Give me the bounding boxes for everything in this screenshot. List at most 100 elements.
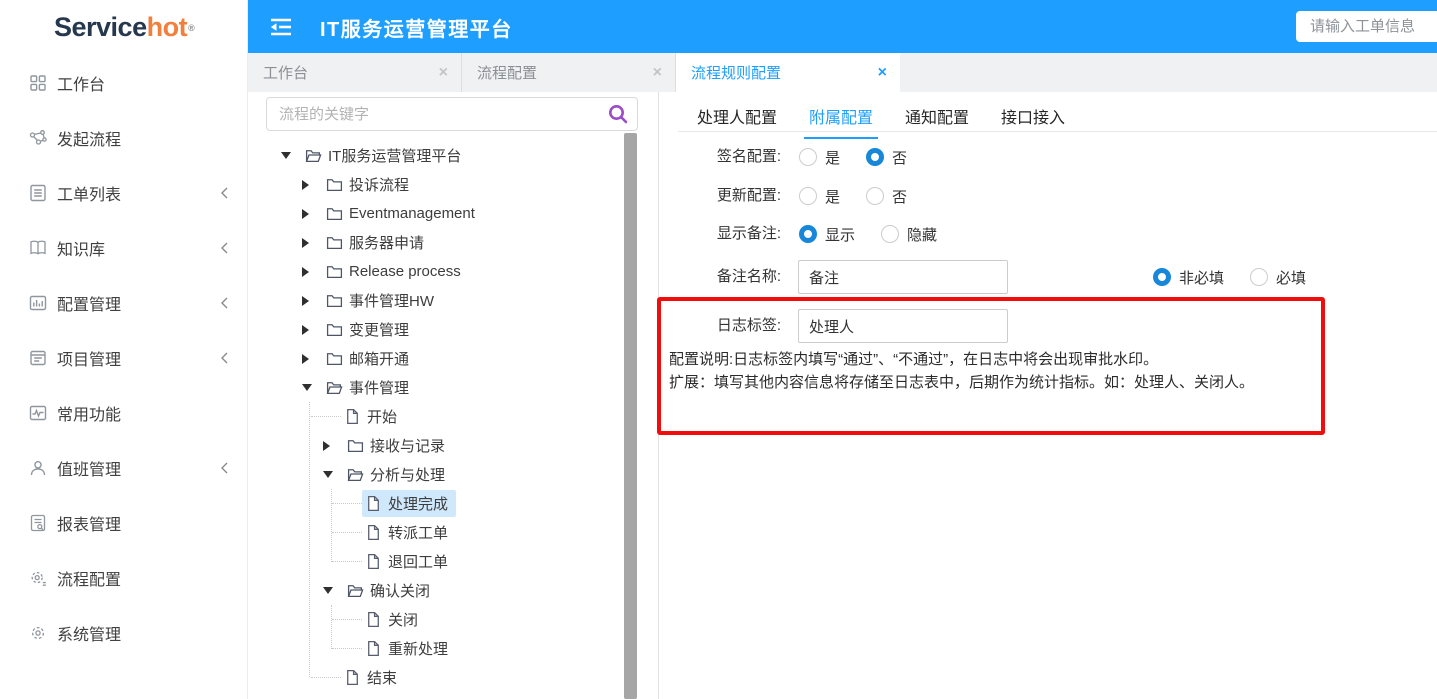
sidebar-item-知识库[interactable]: 知识库 xyxy=(0,220,247,275)
config-tab-通知配置[interactable]: 通知配置 xyxy=(900,104,974,139)
tree-node-content[interactable]: 邮箱开通 xyxy=(323,345,417,372)
tree-node-content[interactable]: 转派工单 xyxy=(362,519,456,546)
radio-否[interactable] xyxy=(866,148,884,166)
folder-closed-icon xyxy=(326,176,343,193)
radio-是[interactable] xyxy=(799,187,817,205)
collapse-arrow-icon[interactable] xyxy=(323,441,344,451)
tree-node-分析与处理[interactable]: 分析与处理 xyxy=(248,460,626,489)
expand-arrow-icon[interactable] xyxy=(323,587,344,594)
sidebar-item-配置管理[interactable]: 配置管理 xyxy=(0,275,247,330)
tree-node-content[interactable]: 接收与记录 xyxy=(344,432,453,459)
form-row-签名配置: 签名配置:是否 xyxy=(659,147,1437,167)
tree-node-content[interactable]: 重新处理 xyxy=(362,635,456,662)
tree-node-content[interactable]: 事件管理HW xyxy=(323,287,442,314)
workspace-tab-工作台[interactable]: 工作台× xyxy=(248,53,462,92)
tree-node-邮箱开通[interactable]: 邮箱开通 xyxy=(248,344,626,373)
collapse-arrow-icon[interactable] xyxy=(302,180,323,190)
config-tab-接口接入[interactable]: 接口接入 xyxy=(996,104,1070,139)
tree-node-接收与记录[interactable]: 接收与记录 xyxy=(248,431,626,460)
tree-node-content[interactable]: 服务器申请 xyxy=(323,229,432,256)
tree-node-关闭[interactable]: 关闭 xyxy=(248,605,626,634)
tree-node-Release process[interactable]: Release process xyxy=(248,257,626,286)
tree-node-事件管理[interactable]: 事件管理 xyxy=(248,373,626,402)
sidebar-item-label: 知识库 xyxy=(57,236,219,260)
form-row-备注名称: 备注名称:非必填必填 xyxy=(659,260,1437,294)
tree-node-重新处理[interactable]: 重新处理 xyxy=(248,634,626,663)
collapse-arrow-icon[interactable] xyxy=(302,267,323,277)
sidebar-item-常用功能[interactable]: 常用功能 xyxy=(0,385,247,440)
tree-node-处理完成[interactable]: 处理完成 xyxy=(248,489,626,518)
expand-arrow-icon[interactable] xyxy=(302,384,323,391)
collapse-arrow-icon[interactable] xyxy=(302,354,323,364)
tree-node-开始[interactable]: 开始 xyxy=(248,402,626,431)
tree-node-确认关闭[interactable]: 确认关闭 xyxy=(248,576,626,605)
close-icon[interactable]: × xyxy=(439,65,448,81)
workorder-search-input[interactable] xyxy=(1296,11,1437,42)
radio-必填[interactable] xyxy=(1250,268,1268,286)
config-tab-处理人配置[interactable]: 处理人配置 xyxy=(692,104,782,139)
tree-node-content[interactable]: 开始 xyxy=(341,403,405,430)
radio-是[interactable] xyxy=(799,148,817,166)
tree-node-投诉流程[interactable]: 投诉流程 xyxy=(248,170,626,199)
expand-arrow-icon[interactable] xyxy=(323,471,344,478)
tree-node-content[interactable]: 变更管理 xyxy=(323,316,417,343)
tree-node-content[interactable]: IT服务运营管理平台 xyxy=(302,142,469,169)
tree-search-input[interactable] xyxy=(266,97,638,131)
tree-node-content[interactable]: 分析与处理 xyxy=(344,461,453,488)
radio-label: 隐藏 xyxy=(907,224,937,245)
tree-node-content[interactable]: 处理完成 xyxy=(362,490,456,517)
sidebar-item-系统管理[interactable]: 系统管理 xyxy=(0,605,247,660)
tree-node-content[interactable]: Eventmanagement xyxy=(323,202,483,225)
sidebar-item-值班管理[interactable]: 值班管理 xyxy=(0,440,247,495)
rule-config-panel: 处理人配置附属配置通知配置接口接入 签名配置:是否更新配置:是否显示备注:显示隐… xyxy=(659,92,1437,699)
tree-node-结束[interactable]: 结束 xyxy=(248,663,626,692)
collapse-arrow-icon[interactable] xyxy=(302,325,323,335)
field-input-日志标签[interactable] xyxy=(798,309,1008,343)
tree-node-content[interactable]: 确认关闭 xyxy=(344,577,438,604)
tree-node-转派工单[interactable]: 转派工单 xyxy=(248,518,626,547)
tree-node-退回工单[interactable]: 退回工单 xyxy=(248,547,626,576)
form-row-更新配置: 更新配置:是否 xyxy=(659,186,1437,206)
radio-非必填[interactable] xyxy=(1153,268,1171,286)
collapse-arrow-icon[interactable] xyxy=(302,238,323,248)
sidebar-item-报表管理[interactable]: 报表管理 xyxy=(0,495,247,550)
sidebar-item-流程配置[interactable]: 流程配置 xyxy=(0,550,247,605)
tree-node-content[interactable]: 关闭 xyxy=(362,606,426,633)
sidebar-item-工单列表[interactable]: 工单列表 xyxy=(0,165,247,220)
menu-collapse-icon[interactable] xyxy=(268,16,294,38)
radio-显示[interactable] xyxy=(799,225,817,243)
radio-label: 是 xyxy=(825,186,840,207)
tree-node-变更管理[interactable]: 变更管理 xyxy=(248,315,626,344)
tree-node-label: 事件管理HW xyxy=(349,290,434,311)
close-icon[interactable]: × xyxy=(878,65,887,81)
sidebar-item-项目管理[interactable]: 项目管理 xyxy=(0,330,247,385)
tree-scrollbar[interactable] xyxy=(624,133,637,699)
radio-否[interactable] xyxy=(866,187,884,205)
tree-node-content[interactable]: 投诉流程 xyxy=(323,171,417,198)
radio-label: 必填 xyxy=(1276,267,1306,288)
radio-label: 否 xyxy=(892,186,907,207)
folder-closed-icon xyxy=(326,350,343,367)
tree-node-服务器申请[interactable]: 服务器申请 xyxy=(248,228,626,257)
search-icon[interactable] xyxy=(606,102,630,126)
radio-label: 显示 xyxy=(825,224,855,245)
tree-node-content[interactable]: 退回工单 xyxy=(362,548,456,575)
collapse-arrow-icon[interactable] xyxy=(302,296,323,306)
sidebar-item-工作台[interactable]: 工作台 xyxy=(0,55,247,110)
expand-arrow-icon[interactable] xyxy=(281,152,302,159)
sidebar: Servicehot® 工作台发起流程工单列表知识库配置管理项目管理常用功能值班… xyxy=(0,0,248,699)
tree-node-content[interactable]: 结束 xyxy=(341,664,405,691)
tree-node-事件管理HW[interactable]: 事件管理HW xyxy=(248,286,626,315)
radio-隐藏[interactable] xyxy=(881,225,899,243)
close-icon[interactable]: × xyxy=(653,65,662,81)
tree-node-content[interactable]: 事件管理 xyxy=(323,374,417,401)
collapse-arrow-icon[interactable] xyxy=(302,209,323,219)
tree-node-content[interactable]: Release process xyxy=(323,260,469,283)
sidebar-item-发起流程[interactable]: 发起流程 xyxy=(0,110,247,165)
config-tab-附属配置[interactable]: 附属配置 xyxy=(804,104,878,139)
workspace-tab-流程规则配置[interactable]: 流程规则配置× xyxy=(676,53,900,92)
tree-node-Eventmanagement[interactable]: Eventmanagement xyxy=(248,199,626,228)
workspace-tab-流程配置[interactable]: 流程配置× xyxy=(462,53,676,92)
field-input-备注名称[interactable] xyxy=(798,260,1008,294)
tree-node-IT服务运营管理平台[interactable]: IT服务运营管理平台 xyxy=(248,141,626,170)
